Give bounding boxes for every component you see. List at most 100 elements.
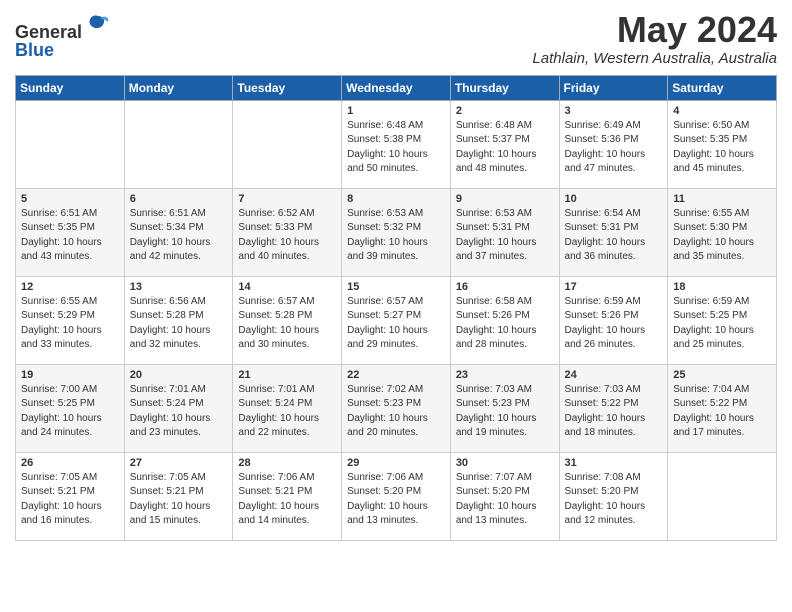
calendar-cell: 19 Sunrise: 7:00 AMSunset: 5:25 PMDayligh… [16, 364, 125, 452]
day-number: 20 [130, 369, 228, 381]
calendar-cell: 25 Sunrise: 7:04 AMSunset: 5:22 PMDayligh… [668, 364, 777, 452]
day-info: Sunrise: 6:59 AMSunset: 5:26 PMDaylight:… [565, 295, 663, 353]
day-info: Sunrise: 6:49 AMSunset: 5:36 PMDaylight:… [565, 119, 663, 177]
day-number: 25 [673, 369, 771, 381]
day-number: 15 [347, 281, 445, 293]
day-info: Sunrise: 7:00 AMSunset: 5:25 PMDaylight:… [21, 383, 119, 441]
calendar-week-1: 1 Sunrise: 6:48 AMSunset: 5:38 PMDaylight… [16, 100, 777, 188]
page-header: General Blue May 2024 Lathlain, Western … [15, 10, 777, 67]
calendar-cell: 30Sunrise: 7:07 AMSunset: 5:20 PMDayligh… [450, 452, 559, 540]
calendar-cell: 7Sunrise: 6:52 AMSunset: 5:33 PMDaylight… [233, 188, 342, 276]
day-number: 10 [565, 193, 663, 205]
day-info: Sunrise: 7:04 AMSunset: 5:22 PMDaylight:… [673, 383, 771, 441]
logo-bird-icon [84, 10, 112, 38]
logo-blue-text: Blue [15, 40, 54, 60]
day-info: Sunrise: 7:01 AMSunset: 5:24 PMDaylight:… [238, 383, 336, 441]
calendar-cell: 27Sunrise: 7:05 AMSunset: 5:21 PMDayligh… [124, 452, 233, 540]
calendar-cell: 18Sunrise: 6:59 AMSunset: 5:25 PMDayligh… [668, 276, 777, 364]
calendar-table: SundayMondayTuesdayWednesdayThursdayFrid… [15, 75, 777, 541]
calendar-cell: 1 Sunrise: 6:48 AMSunset: 5:38 PMDaylight… [342, 100, 451, 188]
day-number: 27 [130, 457, 228, 469]
col-header-monday: Monday [124, 75, 233, 100]
calendar-cell: 11Sunrise: 6:55 AMSunset: 5:30 PMDayligh… [668, 188, 777, 276]
day-number: 18 [673, 281, 771, 293]
calendar-cell [124, 100, 233, 188]
col-header-wednesday: Wednesday [342, 75, 451, 100]
calendar-cell: 8Sunrise: 6:53 AMSunset: 5:32 PMDaylight… [342, 188, 451, 276]
calendar-cell: 4 Sunrise: 6:50 AMSunset: 5:35 PMDaylight… [668, 100, 777, 188]
day-info: Sunrise: 6:50 AMSunset: 5:35 PMDaylight:… [673, 119, 771, 177]
calendar-cell [233, 100, 342, 188]
day-info: Sunrise: 7:06 AMSunset: 5:21 PMDaylight:… [238, 471, 336, 529]
col-header-friday: Friday [559, 75, 668, 100]
calendar-cell: 2 Sunrise: 6:48 AMSunset: 5:37 PMDaylight… [450, 100, 559, 188]
calendar-cell: 23Sunrise: 7:03 AMSunset: 5:23 PMDayligh… [450, 364, 559, 452]
calendar-cell: 26Sunrise: 7:05 AMSunset: 5:21 PMDayligh… [16, 452, 125, 540]
day-info: Sunrise: 6:57 AMSunset: 5:28 PMDaylight:… [238, 295, 336, 353]
day-number: 31 [565, 457, 663, 469]
day-info: Sunrise: 6:51 AMSunset: 5:35 PMDaylight:… [21, 207, 119, 265]
month-title: May 2024 [532, 10, 777, 50]
day-info: Sunrise: 7:07 AMSunset: 5:20 PMDaylight:… [456, 471, 554, 529]
day-info: Sunrise: 7:02 AMSunset: 5:23 PMDaylight:… [347, 383, 445, 441]
day-number: 29 [347, 457, 445, 469]
calendar-body: 1 Sunrise: 6:48 AMSunset: 5:38 PMDaylight… [16, 100, 777, 540]
calendar-cell: 13 Sunrise: 6:56 AMSunset: 5:28 PMDayligh… [124, 276, 233, 364]
calendar-cell: 12 Sunrise: 6:55 AMSunset: 5:29 PMDayligh… [16, 276, 125, 364]
day-number: 11 [673, 193, 771, 205]
day-info: Sunrise: 6:55 AMSunset: 5:29 PMDaylight:… [21, 295, 119, 353]
day-info: Sunrise: 6:53 AMSunset: 5:32 PMDaylight:… [347, 207, 445, 265]
calendar-week-5: 26Sunrise: 7:05 AMSunset: 5:21 PMDayligh… [16, 452, 777, 540]
day-info: Sunrise: 7:06 AMSunset: 5:20 PMDaylight:… [347, 471, 445, 529]
day-number: 23 [456, 369, 554, 381]
day-number: 4 [673, 105, 771, 117]
day-info: Sunrise: 6:56 AMSunset: 5:28 PMDaylight:… [130, 295, 228, 353]
day-info: Sunrise: 6:52 AMSunset: 5:33 PMDaylight:… [238, 207, 336, 265]
day-info: Sunrise: 6:48 AMSunset: 5:37 PMDaylight:… [456, 119, 554, 177]
day-number: 19 [21, 369, 119, 381]
day-number: 22 [347, 369, 445, 381]
calendar-week-3: 12 Sunrise: 6:55 AMSunset: 5:29 PMDayligh… [16, 276, 777, 364]
day-number: 1 [347, 105, 445, 117]
day-number: 16 [456, 281, 554, 293]
day-info: Sunrise: 6:48 AMSunset: 5:38 PMDaylight:… [347, 119, 445, 177]
day-number: 3 [565, 105, 663, 117]
day-number: 17 [565, 281, 663, 293]
calendar-cell: 31Sunrise: 7:08 AMSunset: 5:20 PMDayligh… [559, 452, 668, 540]
calendar-cell: 16 Sunrise: 6:58 AMSunset: 5:26 PMDayligh… [450, 276, 559, 364]
calendar-cell: 10 Sunrise: 6:54 AMSunset: 5:31 PMDayligh… [559, 188, 668, 276]
calendar-cell: 22 Sunrise: 7:02 AMSunset: 5:23 PMDayligh… [342, 364, 451, 452]
col-header-tuesday: Tuesday [233, 75, 342, 100]
calendar-cell: 3 Sunrise: 6:49 AMSunset: 5:36 PMDaylight… [559, 100, 668, 188]
calendar-week-4: 19 Sunrise: 7:00 AMSunset: 5:25 PMDayligh… [16, 364, 777, 452]
calendar-cell: 5Sunrise: 6:51 AMSunset: 5:35 PMDaylight… [16, 188, 125, 276]
logo: General Blue [15, 10, 112, 61]
calendar-cell: 29 Sunrise: 7:06 AMSunset: 5:20 PMDayligh… [342, 452, 451, 540]
day-number: 21 [238, 369, 336, 381]
day-number: 6 [130, 193, 228, 205]
day-number: 13 [130, 281, 228, 293]
day-info: Sunrise: 6:53 AMSunset: 5:31 PMDaylight:… [456, 207, 554, 265]
day-info: Sunrise: 6:58 AMSunset: 5:26 PMDaylight:… [456, 295, 554, 353]
day-number: 24 [565, 369, 663, 381]
day-number: 9 [456, 193, 554, 205]
col-header-sunday: Sunday [16, 75, 125, 100]
calendar-cell: 20Sunrise: 7:01 AMSunset: 5:24 PMDayligh… [124, 364, 233, 452]
title-block: May 2024 Lathlain, Western Australia, Au… [532, 10, 777, 67]
calendar-week-2: 5Sunrise: 6:51 AMSunset: 5:35 PMDaylight… [16, 188, 777, 276]
calendar-cell: 21 Sunrise: 7:01 AMSunset: 5:24 PMDayligh… [233, 364, 342, 452]
day-number: 26 [21, 457, 119, 469]
day-number: 12 [21, 281, 119, 293]
day-info: Sunrise: 6:57 AMSunset: 5:27 PMDaylight:… [347, 295, 445, 353]
calendar-cell [16, 100, 125, 188]
calendar-header-row: SundayMondayTuesdayWednesdayThursdayFrid… [16, 75, 777, 100]
day-info: Sunrise: 7:03 AMSunset: 5:22 PMDaylight:… [565, 383, 663, 441]
col-header-saturday: Saturday [668, 75, 777, 100]
day-number: 2 [456, 105, 554, 117]
day-number: 14 [238, 281, 336, 293]
day-info: Sunrise: 6:54 AMSunset: 5:31 PMDaylight:… [565, 207, 663, 265]
calendar-cell: 24 Sunrise: 7:03 AMSunset: 5:22 PMDayligh… [559, 364, 668, 452]
location-text: Lathlain, Western Australia, Australia [532, 50, 777, 67]
calendar-cell: 17 Sunrise: 6:59 AMSunset: 5:26 PMDayligh… [559, 276, 668, 364]
day-number: 28 [238, 457, 336, 469]
